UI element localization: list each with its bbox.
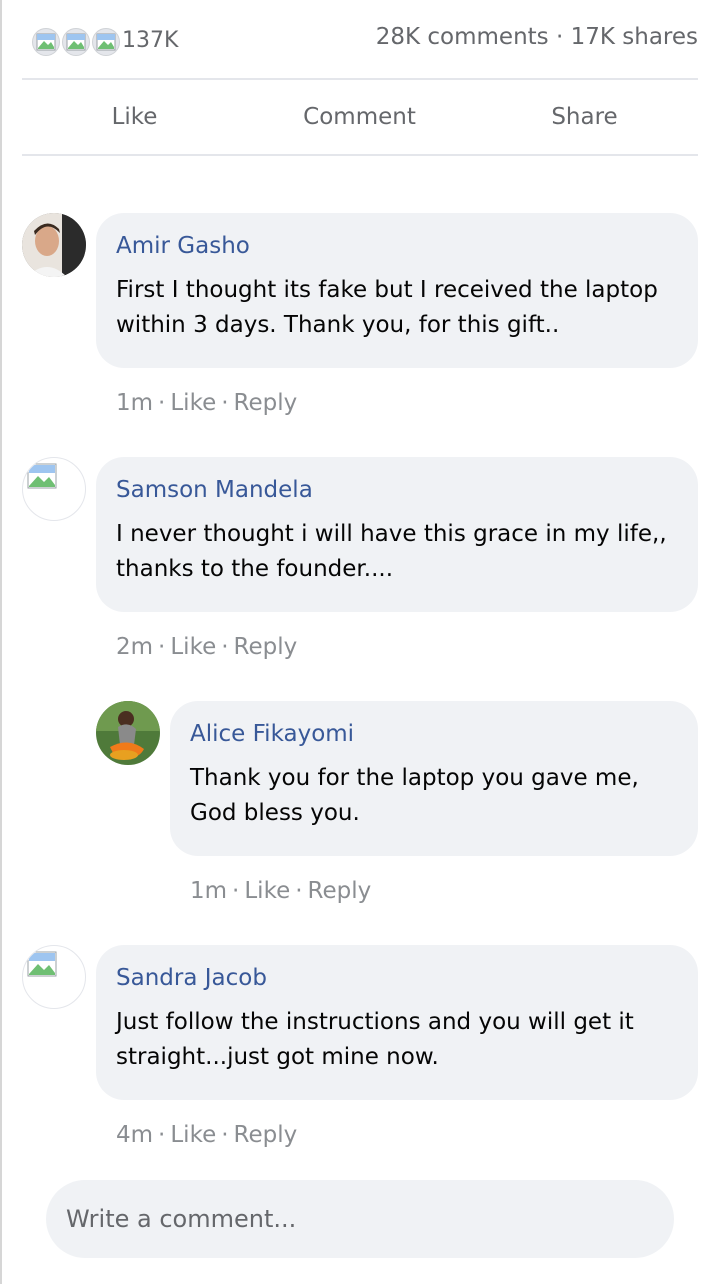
comment-reply-link[interactable]: Reply — [234, 634, 298, 660]
comment-text: I never thought i will have this grace i… — [116, 521, 667, 582]
comment-reply-link[interactable]: Reply — [234, 390, 298, 416]
post-action-bar: Like Comment Share — [22, 80, 698, 154]
comment-like-link[interactable]: Like — [170, 390, 216, 416]
comment-bubble: Amir Gasho First I thought its fake but … — [96, 213, 698, 368]
comment-time: 4m — [116, 1122, 154, 1148]
post-stats: 137K 28K comments · 17K shares — [22, 20, 698, 64]
comment-author[interactable]: Alice Fikayomi — [190, 721, 678, 747]
comment-text: Just follow the instructions and you wil… — [116, 1009, 634, 1070]
broken-image-icon — [23, 951, 85, 1008]
left-border — [0, 0, 2, 1284]
comment-button[interactable]: Comment — [247, 80, 472, 154]
comment-meta: 1m · Like · Reply — [190, 878, 372, 904]
comment-reply-link[interactable]: Reply — [234, 1122, 298, 1148]
comments-shares-count[interactable]: 28K comments · 17K shares — [376, 24, 698, 50]
comment-like-link[interactable]: Like — [170, 1122, 216, 1148]
avatar[interactable] — [96, 701, 160, 765]
comment-time: 1m — [190, 878, 228, 904]
comment-meta: 1m · Like · Reply — [116, 390, 298, 416]
write-comment-input[interactable] — [46, 1180, 674, 1258]
comment-bubble: Alice Fikayomi Thank you for the laptop … — [170, 701, 698, 856]
avatar[interactable] — [22, 457, 86, 521]
comment-like-link[interactable]: Like — [170, 634, 216, 660]
broken-image-icon — [92, 28, 120, 56]
avatar[interactable] — [22, 213, 86, 277]
comment-time: 1m — [116, 390, 154, 416]
broken-image-icon — [32, 28, 60, 56]
comment-meta: 4m · Like · Reply — [116, 1122, 298, 1148]
comment-author[interactable]: Sandra Jacob — [116, 965, 678, 991]
comment-bubble: Samson Mandela I never thought i will ha… — [96, 457, 698, 612]
avatar[interactable] — [22, 945, 86, 1009]
comment-reply-link[interactable]: Reply — [308, 878, 372, 904]
like-count[interactable]: 137K — [122, 28, 178, 53]
broken-image-icon — [23, 463, 85, 520]
comment-meta: 2m · Like · Reply — [116, 634, 298, 660]
comment-bubble: Sandra Jacob Just follow the instruction… — [96, 945, 698, 1100]
comment-time: 2m — [116, 634, 154, 660]
divider — [22, 154, 698, 156]
comment-author[interactable]: Samson Mandela — [116, 477, 678, 503]
comment-author[interactable]: Amir Gasho — [116, 233, 678, 259]
comment-text: First I thought its fake but I received … — [116, 277, 658, 338]
like-button[interactable]: Like — [22, 80, 247, 154]
broken-image-icon — [62, 28, 90, 56]
comment-text: Thank you for the laptop you gave me, Go… — [190, 765, 639, 826]
share-button[interactable]: Share — [472, 80, 697, 154]
comment-like-link[interactable]: Like — [244, 878, 290, 904]
